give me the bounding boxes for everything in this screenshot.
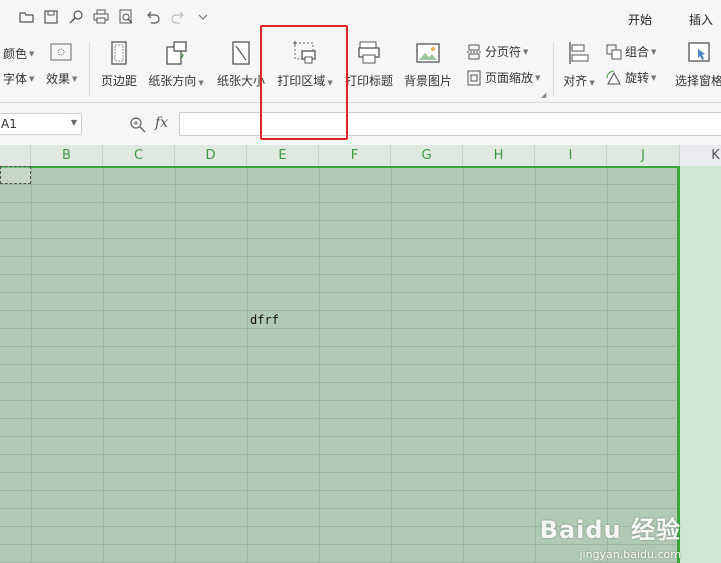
dialog-launcher-icon[interactable]: ◢ (541, 91, 546, 99)
name-box-value: A1 (1, 117, 17, 131)
print-area-selection[interactable] (0, 166, 680, 563)
column-header[interactable]: B (31, 145, 103, 166)
quick-access-toolbar: 开始 插入 (0, 0, 721, 36)
column-header-row: B C D E F G H I J K (0, 145, 721, 167)
print-icon[interactable] (93, 9, 109, 25)
page-zoom-icon (467, 70, 481, 85)
background-image-label: 背景图片 (403, 74, 452, 88)
column-header[interactable]: D (175, 145, 247, 166)
group-label: 组合 (625, 45, 650, 59)
cell-value[interactable]: dfrf (250, 313, 279, 327)
open-folder-icon[interactable] (19, 9, 35, 25)
print-titles-button[interactable]: 打印标题 (344, 40, 394, 89)
selection-pane-label: 选择窗格 (674, 74, 721, 88)
theme-color-label: 颜色 (3, 47, 28, 61)
ribbon-separator (553, 42, 554, 96)
worksheet-grid[interactable]: dfrf (0, 166, 721, 563)
page-break-label: 分页符 (485, 45, 522, 59)
customize-toolbar-icon[interactable] (195, 9, 211, 25)
rotate-icon (606, 70, 621, 84)
print-titles-icon (356, 40, 382, 66)
effects-icon (50, 43, 72, 61)
column-header[interactable]: J (607, 145, 680, 166)
column-header[interactable]: K (680, 145, 721, 166)
theme-effects-icon-button[interactable] (50, 43, 75, 61)
orientation-button[interactable]: 纸张方向 ▼ (147, 40, 205, 89)
dropdown-arrow-icon: ▼ (29, 49, 35, 58)
orientation-label: 纸张方向 ▼ (148, 74, 204, 88)
background-image-button[interactable]: 背景图片 (403, 40, 453, 89)
column-header-a[interactable] (0, 145, 31, 166)
group-button[interactable]: 组合 ▼ (606, 43, 656, 60)
rotate-label: 旋转 (625, 71, 650, 85)
column-header[interactable]: C (103, 145, 175, 166)
group-icon (606, 44, 622, 59)
align-icon (566, 40, 592, 66)
theme-color-button[interactable]: 颜色 ▼ (3, 45, 34, 62)
background-image-icon (415, 40, 441, 66)
page-break-icon (467, 44, 481, 59)
column-header[interactable]: F (319, 145, 391, 166)
tab-insert[interactable]: 插入 (689, 11, 713, 28)
zoom-function-icon[interactable] (129, 116, 146, 133)
highlight-box (260, 25, 348, 140)
unselected-area (680, 166, 721, 563)
watermark-logo: Baidu 经验 (539, 516, 681, 544)
insert-function-button[interactable]: fx (155, 115, 168, 131)
margin-label: 页边距 (100, 74, 137, 88)
page-break-button[interactable]: 分页符 ▼ (466, 43, 528, 60)
tab-home[interactable]: 开始 (628, 11, 652, 28)
ribbon: 颜色 ▼ 字体 ▼ 效果 ▼ 页边距 纸张方向 ▼ 纸张大小 打印区域 ▼ 打印标题 背景… (0, 36, 721, 103)
selection-pane-button[interactable]: 选择窗格 (671, 40, 721, 89)
theme-font-label: 字体 (3, 72, 28, 86)
dropdown-arrow-icon: ▼ (29, 74, 35, 83)
ribbon-separator (89, 42, 90, 96)
undo-icon[interactable] (145, 9, 161, 25)
print-titles-label: 打印标题 (344, 74, 393, 88)
column-header[interactable]: I (535, 145, 607, 166)
align-button[interactable]: 对齐 ▼ (562, 40, 596, 89)
save-icon[interactable] (43, 9, 59, 25)
watermark-url: jingyan.baidu.com (579, 548, 681, 561)
column-header[interactable]: E (247, 145, 319, 166)
paper-size-icon (228, 40, 254, 66)
name-box[interactable]: A1 ▼ (0, 113, 82, 135)
page-margin-icon (106, 40, 132, 66)
theme-font-button[interactable]: 字体 ▼ (3, 70, 34, 87)
align-label: 对齐 ▼ (563, 74, 595, 88)
paper-size-label: 纸张大小 (216, 74, 265, 88)
paper-size-button[interactable]: 纸张大小 (216, 40, 266, 89)
column-header[interactable]: G (391, 145, 463, 166)
theme-effects-label: 效果 (46, 72, 71, 86)
page-zoom-button[interactable]: 页面缩放 ▼ (466, 69, 540, 86)
page-orientation-icon (163, 40, 189, 66)
column-header[interactable]: H (463, 145, 535, 166)
active-cell[interactable] (0, 166, 31, 184)
print-preview-icon[interactable] (118, 9, 134, 25)
theme-effects-button[interactable]: 效果 ▼ (46, 70, 77, 87)
page-zoom-label: 页面缩放 (485, 71, 534, 85)
redo-icon[interactable] (170, 9, 186, 25)
rotate-button[interactable]: 旋转 ▼ (606, 69, 656, 86)
margin-button[interactable]: 页边距 (100, 40, 138, 89)
find-icon[interactable] (68, 9, 84, 25)
chevron-down-icon[interactable]: ▼ (71, 118, 77, 127)
selection-pane-icon (686, 40, 712, 66)
dropdown-arrow-icon: ▼ (72, 74, 78, 83)
